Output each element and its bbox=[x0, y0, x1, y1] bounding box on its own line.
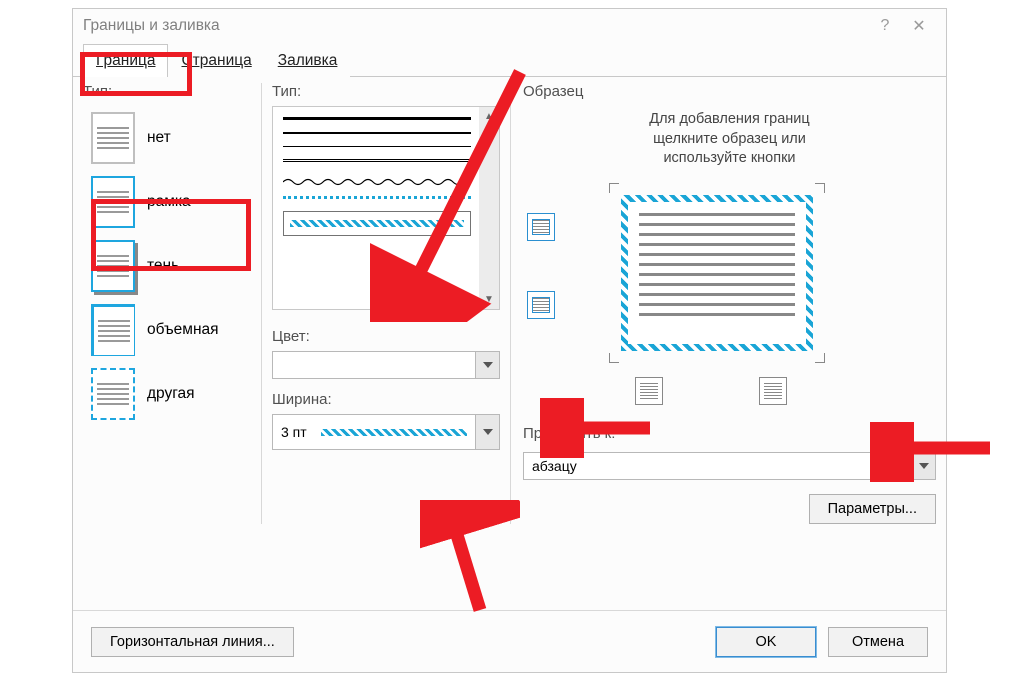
setting-shadow-label: тень bbox=[147, 257, 179, 275]
horizontal-line-button[interactable]: Горизонтальная линия... bbox=[91, 627, 294, 657]
setting-custom[interactable]: другая bbox=[83, 362, 257, 426]
color-combo[interactable] bbox=[272, 351, 500, 379]
width-value: 3 пт bbox=[281, 424, 307, 440]
cancel-button[interactable]: Отмена bbox=[828, 627, 928, 657]
dialog-window: Границы и заливка ? ✕ Граница Страница З… bbox=[72, 8, 947, 673]
tab-fill[interactable]: Заливка bbox=[265, 44, 351, 77]
color-dropdown-arrow[interactable] bbox=[475, 352, 499, 378]
apply-to-label: Применить к: bbox=[523, 425, 936, 442]
line-style-list[interactable]: ▲▼ bbox=[272, 106, 500, 310]
setting-box-icon bbox=[91, 176, 135, 228]
tab-strip: Граница Страница Заливка bbox=[73, 43, 946, 77]
width-combo[interactable]: 3 пт bbox=[272, 414, 500, 450]
setting-3d[interactable]: объемная bbox=[83, 298, 257, 362]
setting-none-label: нет bbox=[147, 129, 171, 147]
color-label: Цвет: bbox=[272, 328, 500, 345]
tab-border[interactable]: Граница bbox=[83, 44, 168, 77]
setting-none[interactable]: нет bbox=[83, 106, 257, 170]
close-button[interactable]: ✕ bbox=[902, 9, 936, 43]
setting-shadow-icon bbox=[91, 240, 135, 292]
titlebar: Границы и заливка ? ✕ bbox=[73, 9, 946, 43]
params-button[interactable]: Параметры... bbox=[809, 494, 936, 524]
style-scrollbar[interactable]: ▲▼ bbox=[479, 107, 499, 309]
setting-box-label: рамка bbox=[147, 193, 191, 211]
setting-custom-label: другая bbox=[147, 385, 195, 403]
style-label: Тип: bbox=[272, 83, 500, 100]
preview-label: Образец bbox=[523, 83, 936, 100]
width-dropdown-arrow[interactable] bbox=[475, 415, 499, 449]
type-label: Тип: bbox=[83, 83, 257, 100]
setting-custom-icon bbox=[91, 368, 135, 420]
help-button[interactable]: ? bbox=[868, 9, 902, 43]
apply-to-combo[interactable]: абзацу bbox=[523, 452, 936, 480]
setting-shadow[interactable]: тень bbox=[83, 234, 257, 298]
preview-diagram[interactable] bbox=[613, 187, 821, 359]
line-style-selected[interactable] bbox=[283, 211, 471, 236]
border-bottom-button[interactable] bbox=[527, 291, 555, 319]
width-preview bbox=[321, 429, 467, 436]
preview-area bbox=[523, 187, 936, 387]
border-left-button[interactable] bbox=[635, 377, 663, 405]
setting-box[interactable]: рамка bbox=[83, 170, 257, 234]
setting-3d-label: объемная bbox=[147, 321, 219, 339]
preview-hint: Для добавления границ щелкните образец и… bbox=[563, 110, 896, 169]
setting-3d-icon bbox=[91, 304, 135, 356]
border-right-button[interactable] bbox=[759, 377, 787, 405]
apply-to-value: абзацу bbox=[532, 458, 577, 474]
width-label: Ширина: bbox=[272, 391, 500, 408]
apply-to-dropdown-arrow[interactable] bbox=[911, 453, 935, 479]
border-top-button[interactable] bbox=[527, 213, 555, 241]
ok-button[interactable]: OK bbox=[716, 627, 816, 657]
dialog-title: Границы и заливка bbox=[83, 17, 220, 35]
setting-none-icon bbox=[91, 112, 135, 164]
tab-page[interactable]: Страница bbox=[168, 44, 264, 77]
